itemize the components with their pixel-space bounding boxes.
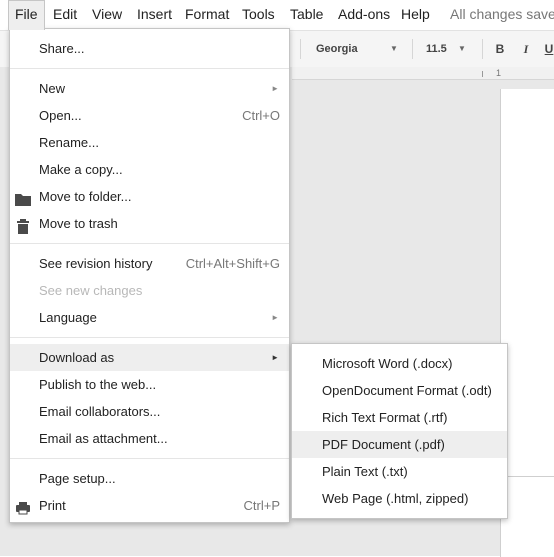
download-rtf[interactable]: Rich Text Format (.rtf) [292,404,507,431]
menu-item-language[interactable]: Language ► [10,304,289,331]
submenu-item-label: Rich Text Format (.rtf) [322,410,448,425]
chevron-down-icon: ▼ [390,44,398,53]
submenu-item-label: Plain Text (.txt) [322,464,408,479]
menu-item-label: Email as attachment... [39,431,168,446]
download-pdf[interactable]: PDF Document (.pdf) [292,431,507,458]
toolbar-divider [482,39,483,59]
toolbar-divider [300,39,301,59]
menu-item-new[interactable]: New ► [10,75,289,102]
folder-icon [15,189,31,206]
save-status: All changes saved [450,6,554,22]
menu-file[interactable]: File [8,0,45,30]
submenu-arrow-icon: ► [271,313,279,322]
submenu-arrow-icon: ► [271,84,279,93]
menu-item-label: See revision history [39,256,153,271]
menu-bar: File Edit View Insert Format Tools Table… [0,0,554,30]
ruler-tick [482,71,483,77]
menu-item-see-new-changes: See new changes [10,277,289,304]
menu-item-email-collaborators[interactable]: Email collaborators... [10,398,289,425]
menu-separator [10,243,289,244]
menu-item-print[interactable]: Print Ctrl+P [10,492,289,519]
menu-item-label: See new changes [39,283,143,298]
menu-item-label: Language [39,310,97,325]
font-family-value: Georgia [316,43,358,55]
menu-item-move-to-folder[interactable]: Move to folder... [10,183,289,210]
menu-item-label: Make a copy... [39,162,123,177]
bold-button[interactable]: B [489,31,511,67]
download-docx[interactable]: Microsoft Word (.docx) [292,350,507,377]
italic-button[interactable]: I [515,31,537,67]
menu-item-label: Print [39,498,66,513]
menu-view[interactable]: View [86,0,128,28]
menu-item-label: New [39,81,66,96]
document-page[interactable] [500,89,554,476]
submenu-item-label: Microsoft Word (.docx) [322,356,453,371]
menu-separator [10,68,289,69]
menu-edit[interactable]: Edit [47,0,83,28]
menu-item-label: Email collaborators... [39,404,161,419]
download-html[interactable]: Web Page (.html, zipped) [292,485,507,512]
font-family-select[interactable]: Georgia ▼ [306,31,406,67]
trash-icon [15,216,31,234]
ruler-number: 1 [496,68,502,78]
printer-icon [15,498,31,515]
menu-item-shortcut: Ctrl+Alt+Shift+G [185,256,280,271]
menu-item-email-as-attachment[interactable]: Email as attachment... [10,425,289,452]
submenu-item-label: Web Page (.html, zipped) [322,491,469,506]
menu-item-label: Share... [39,41,85,56]
menu-item-page-setup[interactable]: Page setup... [10,465,289,492]
menu-item-make-copy[interactable]: Make a copy... [10,156,289,183]
submenu-arrow-icon: ► [271,353,279,362]
menu-tools[interactable]: Tools [236,0,281,28]
download-txt[interactable]: Plain Text (.txt) [292,458,507,485]
menu-table[interactable]: Table [284,0,329,28]
font-size-value: 11.5 [426,43,447,55]
menu-item-label: Publish to the web... [39,377,157,392]
menu-format[interactable]: Format [179,0,235,28]
menu-item-label: Rename... [39,135,99,150]
menu-separator [10,458,289,459]
download-odt[interactable]: OpenDocument Format (.odt) [292,377,507,404]
menu-item-label: Open... [39,108,82,123]
download-as-submenu: Microsoft Word (.docx) OpenDocument Form… [291,343,508,519]
menu-item-shortcut: Ctrl+P [243,498,280,513]
font-size-select[interactable]: 11.5 ▼ [418,31,470,67]
menu-item-publish-to-web[interactable]: Publish to the web... [10,371,289,398]
submenu-item-label: OpenDocument Format (.odt) [322,383,492,398]
toolbar-divider [412,39,413,59]
file-menu: Share... New ► Open... Ctrl+O Rename... … [9,28,290,523]
document-page[interactable] [500,476,554,557]
menu-item-open[interactable]: Open... Ctrl+O [10,102,289,129]
menu-item-shortcut: Ctrl+O [242,108,280,123]
menu-addons[interactable]: Add-ons [332,0,396,28]
menu-item-label: Page setup... [39,471,116,486]
menu-item-download-as[interactable]: Download as ► [10,344,289,371]
menu-item-move-to-trash[interactable]: Move to trash [10,210,289,237]
menu-item-share[interactable]: Share... [10,35,289,62]
ruler: 1 [292,67,554,80]
menu-item-label: Move to folder... [39,189,132,204]
submenu-item-label: PDF Document (.pdf) [322,437,445,452]
menu-separator [10,337,289,338]
menu-item-label: Move to trash [39,216,118,231]
menu-item-revision-history[interactable]: See revision history Ctrl+Alt+Shift+G [10,250,289,277]
menu-help[interactable]: Help [395,0,436,28]
menu-insert[interactable]: Insert [131,0,178,28]
chevron-down-icon: ▼ [458,44,466,53]
menu-item-label: Download as [39,350,115,365]
underline-button[interactable]: U [538,31,554,67]
menu-item-rename[interactable]: Rename... [10,129,289,156]
